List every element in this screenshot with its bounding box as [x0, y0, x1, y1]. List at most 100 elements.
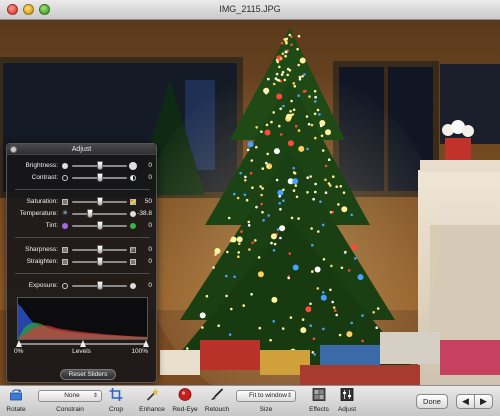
tree-light: [287, 276, 291, 280]
tree-light: [322, 327, 325, 331]
tree-light: [308, 95, 311, 98]
levels-black-point-handle[interactable]: [16, 340, 22, 347]
sharpness-slider-thumb[interactable]: [96, 245, 103, 254]
temperature-slider-thumb[interactable]: [86, 209, 93, 218]
tree-light: [214, 253, 217, 256]
levels-white-point-handle[interactable]: [143, 340, 149, 347]
enhance-tool[interactable]: Enhance: [139, 388, 165, 416]
temperature-slider[interactable]: [72, 209, 127, 218]
tree-light: [327, 158, 331, 161]
tree-light: [305, 306, 312, 313]
tree-light: [265, 161, 268, 165]
tree-light: [341, 206, 348, 213]
contrast-high-icon: [130, 175, 136, 181]
straighten-right-icon: [130, 259, 136, 265]
tree-light: [257, 256, 261, 259]
tree-light: [340, 266, 344, 270]
tree-light: [243, 193, 247, 197]
saturation-slider-thumb[interactable]: [96, 197, 103, 206]
tree-light: [292, 189, 296, 192]
tint-green-icon: [130, 223, 136, 229]
tint-slider-thumb[interactable]: [96, 221, 103, 230]
tree-light: [247, 224, 251, 227]
tree-light: [260, 130, 263, 133]
tree-light: [285, 40, 288, 43]
saturation-slider[interactable]: [72, 197, 127, 206]
tree-light: [332, 306, 336, 309]
tree-light: [261, 187, 264, 190]
exposure-slider-thumb[interactable]: [96, 281, 103, 290]
tree-light: [275, 72, 279, 76]
levels-slider[interactable]: [16, 340, 149, 347]
crop-label: Crop: [108, 406, 124, 413]
tree-light: [329, 288, 332, 292]
tree-light: [292, 264, 299, 271]
tree-light: [272, 320, 276, 323]
tree-light: [284, 50, 288, 54]
sharpness-slider[interactable]: [72, 245, 127, 254]
tree-light: [250, 293, 253, 296]
rotate-tool[interactable]: Rotate: [4, 388, 28, 416]
rotate-label: Rotate: [6, 406, 26, 413]
enhance-label: Enhance: [139, 406, 165, 413]
straighten-slider-thumb[interactable]: [96, 257, 103, 266]
red-eye-tool[interactable]: Red-Eye: [172, 388, 198, 416]
tree-light: [247, 220, 251, 224]
tree-light: [275, 58, 279, 62]
tree-light: [290, 35, 293, 38]
contrast-slider-thumb[interactable]: [96, 173, 103, 182]
tree-light: [350, 321, 354, 325]
saturation-label: Saturation:: [26, 198, 58, 205]
tree-light: [324, 178, 327, 182]
aperture-low-icon: [62, 283, 68, 289]
brightness-slider[interactable]: [72, 161, 127, 170]
temperature-row: Temperature: ✳ -38.8: [7, 209, 156, 219]
tree-light: [230, 307, 233, 311]
tree-light: [225, 294, 228, 298]
retouch-tool[interactable]: Retouch: [204, 388, 230, 416]
tree-light: [292, 82, 296, 85]
tree-light: [361, 314, 364, 317]
exposure-slider[interactable]: [72, 281, 127, 290]
tree-light: [292, 171, 296, 174]
tree-light: [306, 191, 309, 194]
previous-photo-button[interactable]: ◀: [456, 394, 475, 409]
effects-tool[interactable]: Effects: [308, 388, 330, 416]
tint-row: Tint: 0: [7, 221, 156, 231]
tree-light: [314, 100, 317, 103]
brightness-slider-thumb[interactable]: [96, 161, 103, 170]
tree-light: [332, 175, 335, 178]
next-photo-button[interactable]: ▶: [474, 394, 493, 409]
done-button[interactable]: Done: [416, 394, 448, 409]
tree-light: [292, 178, 299, 185]
tree-light: [277, 79, 281, 82]
contrast-slider[interactable]: [72, 173, 127, 182]
sharpness-high-icon: [130, 247, 136, 253]
tree-light: [242, 304, 245, 307]
tree-light: [225, 274, 228, 278]
crop-tool[interactable]: Crop: [106, 388, 126, 416]
levels-mid-point-handle[interactable]: [80, 340, 86, 347]
tree-light: [376, 307, 380, 310]
adjust-tool[interactable]: Adjust: [336, 388, 358, 416]
sharpness-label: Sharpness:: [25, 246, 58, 253]
tint-slider[interactable]: [72, 221, 127, 230]
tree-light: [260, 193, 263, 197]
tree-light: [305, 115, 309, 118]
tree-light: [267, 214, 270, 217]
straighten-left-icon: [62, 259, 68, 265]
tree-light: [282, 104, 285, 108]
constrain-select[interactable]: None ⇕: [38, 390, 102, 402]
tree-light: [331, 210, 335, 214]
tree-light: [331, 300, 335, 304]
tree-light: [297, 129, 301, 132]
effects-grid-icon: [312, 388, 326, 401]
tint-purple-icon: [62, 223, 68, 229]
size-select[interactable]: Fit to window ⇕: [236, 390, 296, 402]
tree-light: [239, 171, 242, 175]
reset-sliders-button[interactable]: Reset Sliders: [60, 369, 116, 380]
tree-light: [285, 37, 289, 41]
straighten-slider[interactable]: [72, 257, 127, 266]
adjust-sliders-icon: [340, 388, 354, 401]
adjust-panel: Adjust Brightness: 0 Contrast: 0 Saturat…: [6, 143, 157, 383]
